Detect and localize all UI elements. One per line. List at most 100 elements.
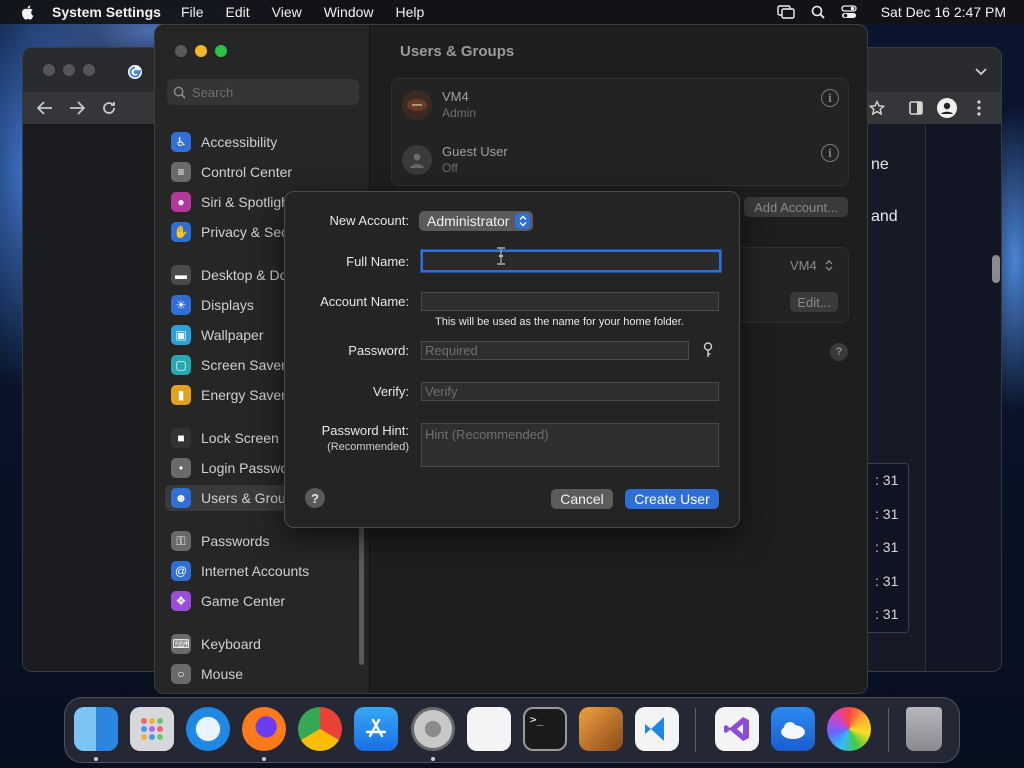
tab-search-chevron-icon[interactable] xyxy=(975,68,987,76)
side-panel-icon[interactable] xyxy=(909,101,923,115)
safari-icon[interactable] xyxy=(186,707,230,751)
account-name-field[interactable] xyxy=(421,292,719,311)
weather-icon[interactable] xyxy=(771,707,815,751)
sidebar-item-label: Lock Screen xyxy=(201,430,279,446)
reload-icon[interactable] xyxy=(101,100,117,116)
help-icon[interactable]: ? xyxy=(830,343,848,361)
screen-mirroring-icon[interactable] xyxy=(777,5,795,19)
menubar-clock[interactable]: Sat Dec 16 2:47 PM xyxy=(881,4,1006,20)
account-name-label: Account Name: xyxy=(320,294,409,309)
textedit-icon[interactable] xyxy=(467,707,511,751)
profile-avatar-icon[interactable] xyxy=(937,98,957,118)
app-store-icon[interactable] xyxy=(354,707,398,751)
menu-view[interactable]: View xyxy=(272,4,302,20)
info-icon[interactable]: i xyxy=(821,89,839,107)
user-role: Off xyxy=(442,161,458,175)
vscode-icon[interactable] xyxy=(635,707,679,751)
sidebar-item-label: Internet Accounts xyxy=(201,563,310,579)
sidebar-item-game-center[interactable]: ❖ Game Center xyxy=(165,588,355,614)
google-icon xyxy=(128,65,142,79)
menu-file[interactable]: File xyxy=(181,4,204,20)
password-hint-field[interactable] xyxy=(421,423,719,467)
control-center-icon[interactable] xyxy=(841,5,857,19)
running-indicator xyxy=(431,757,435,761)
sidebar-search[interactable] xyxy=(167,79,359,105)
hand-icon: ✋ xyxy=(171,222,191,242)
back-arrow-icon[interactable] xyxy=(37,101,53,115)
chrome-icon[interactable] xyxy=(298,707,342,751)
sidebar-item-passwords[interactable]: ⚿ Passwords xyxy=(165,528,355,554)
user-row-vm4[interactable]: VM4 Admin xyxy=(402,89,476,120)
full-name-field[interactable] xyxy=(421,250,721,272)
menu-edit[interactable]: Edit xyxy=(226,4,250,20)
sidebar-scrollbar[interactable] xyxy=(359,525,364,665)
sidebar-item-label: Energy Saver xyxy=(201,387,286,403)
wallpaper-icon: ▣ xyxy=(171,325,191,345)
list-item: : 31 xyxy=(875,472,899,488)
info-icon[interactable]: i xyxy=(821,144,839,162)
search-input[interactable] xyxy=(192,84,342,100)
sidebar-item-label: Mouse xyxy=(201,666,244,682)
finder-icon[interactable] xyxy=(74,707,118,751)
window-minimize-button[interactable] xyxy=(195,45,207,57)
browser-minimize-button[interactable] xyxy=(63,64,75,76)
password-assistant-key-icon[interactable] xyxy=(703,342,713,358)
list-item: : 31 xyxy=(875,606,899,622)
list-item: : 31 xyxy=(875,573,899,589)
menu-help[interactable]: Help xyxy=(396,4,425,20)
window-zoom-button[interactable] xyxy=(215,45,227,57)
app-menu-name[interactable]: System Settings xyxy=(52,4,161,20)
lock-icon: ■ xyxy=(171,428,191,448)
sidebar-item-label: Accessibility xyxy=(201,134,278,150)
football-avatar-icon xyxy=(402,89,432,120)
menu-window[interactable]: Window xyxy=(324,4,374,20)
forward-arrow-icon[interactable] xyxy=(69,101,85,115)
edit-button[interactable]: Edit... xyxy=(790,292,838,312)
firefox-icon[interactable] xyxy=(242,707,286,751)
user-row-guest[interactable]: Guest User Off xyxy=(402,144,508,175)
users-icon: ☻ xyxy=(171,488,191,508)
verify-field[interactable] xyxy=(421,382,719,401)
sidebar-item-label: Passwords xyxy=(201,533,270,549)
create-user-button[interactable]: Create User xyxy=(625,489,719,509)
sidebar-item-label: Game Center xyxy=(201,593,286,609)
spotlight-search-icon[interactable] xyxy=(811,5,825,19)
system-settings-icon[interactable] xyxy=(411,707,455,751)
list-item: : 31 xyxy=(875,539,899,555)
apple-menu-icon[interactable] xyxy=(20,4,36,20)
key-icon: ⚿ xyxy=(171,531,191,551)
users-list: VM4 Admin i Guest User Off i xyxy=(391,78,849,186)
visual-studio-icon[interactable] xyxy=(715,707,759,751)
auto-login-value[interactable]: VM4 xyxy=(790,258,817,273)
updown-chevron-icon xyxy=(825,260,833,271)
sidebar-item-keyboard[interactable]: ⌨ Keyboard xyxy=(165,631,355,657)
user-name: VM4 xyxy=(442,89,469,104)
sidebar-item-accessibility[interactable]: ♿ Accessibility xyxy=(165,129,355,155)
cancel-button[interactable]: Cancel xyxy=(551,489,613,509)
browser-menu-icon[interactable] xyxy=(977,100,981,116)
trash-icon[interactable] xyxy=(906,707,942,751)
window-close-button[interactable] xyxy=(175,45,187,57)
terminal-icon[interactable]: >_ xyxy=(523,707,567,751)
sidebar-item-control-center[interactable]: ≡ Control Center xyxy=(165,159,355,185)
guest-avatar-icon xyxy=(402,144,432,175)
search-icon xyxy=(173,86,186,99)
photos-icon[interactable] xyxy=(827,707,871,751)
password-field[interactable] xyxy=(421,341,689,360)
browser-close-button[interactable] xyxy=(43,64,55,76)
sidebar-item-mouse[interactable]: ○ Mouse xyxy=(165,661,355,687)
add-account-button[interactable]: Add Account... xyxy=(744,197,848,217)
browser-scrollbar[interactable] xyxy=(992,255,1000,283)
keyboard-icon: ⌨ xyxy=(171,634,191,654)
garageband-icon[interactable] xyxy=(579,707,623,751)
browser-zoom-button[interactable] xyxy=(83,64,95,76)
verify-label: Verify: xyxy=(372,384,409,399)
launchpad-icon[interactable] xyxy=(130,707,174,751)
bookmark-star-icon[interactable] xyxy=(869,100,885,116)
sidebar-item-internet-accounts[interactable]: @ Internet Accounts xyxy=(165,558,355,584)
login-password-icon: • xyxy=(171,458,191,478)
account-type-select[interactable]: Administrator xyxy=(419,211,533,231)
new-account-label: New Account: xyxy=(329,213,410,228)
help-button[interactable]: ? xyxy=(305,488,325,508)
sidebar-item-label: Control Center xyxy=(201,164,293,180)
